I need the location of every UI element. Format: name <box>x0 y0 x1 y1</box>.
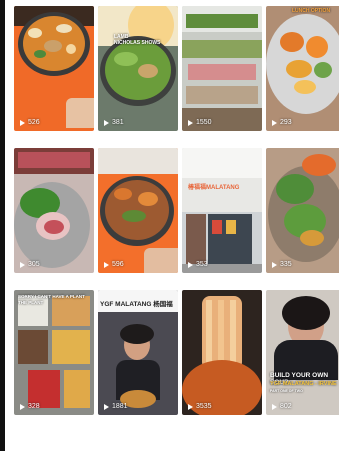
view-count: 353 <box>188 261 208 268</box>
video-tile-12[interactable]: BUILD YOUR OWN SOUP YGF MALATANG - IRVIN… <box>266 290 339 415</box>
video-tile-6[interactable]: 596 <box>98 148 178 273</box>
store-sign: YGF MALATANG 杨国福 <box>100 301 173 308</box>
video-tile-7[interactable]: 椿福福MALATANG 353 <box>182 148 262 273</box>
video-tag: PART ONE OF TWO <box>270 389 303 393</box>
video-tile-9[interactable]: SORRY I CAN'T HAVE A PLANT THE PLANT 328 <box>14 290 94 415</box>
video-tile-11[interactable]: 3535 <box>182 290 262 415</box>
video-tile-1[interactable]: 526 <box>14 6 94 131</box>
play-icon <box>20 261 25 268</box>
view-count: 1881 <box>104 403 128 410</box>
store-sign: 椿福福MALATANG <box>188 185 240 191</box>
play-icon <box>188 119 193 126</box>
view-count: 335 <box>272 261 292 268</box>
view-count: 293 <box>272 119 292 126</box>
view-count: 1550 <box>188 119 212 126</box>
video-tile-2[interactable]: LAMB NICHOLAS SHOWS 381 <box>98 6 178 131</box>
video-caption: SORRY I CAN'T HAVE A PLANT THE PLANT <box>18 294 85 305</box>
play-icon <box>104 403 109 410</box>
view-count: 526 <box>20 119 40 126</box>
play-icon <box>104 261 109 268</box>
video-tile-3[interactable]: 1550 <box>182 6 262 131</box>
video-grid: 526 LAMB NICHOLAS SHOWS 381 1550 LUNCH O… <box>14 6 339 446</box>
video-tile-10[interactable]: YGF MALATANG 杨国福 1881 <box>98 290 178 415</box>
play-icon <box>20 119 25 126</box>
video-caption: LUNCH OPTION <box>292 8 331 14</box>
video-subcaption: YGF MALATANG - IRVINE <box>270 381 337 387</box>
play-icon <box>272 261 277 268</box>
view-count: 305 <box>20 261 40 268</box>
view-count: 596 <box>104 261 124 268</box>
left-edge-strip <box>0 0 5 451</box>
view-count: 3535 <box>188 403 212 410</box>
video-tile-8[interactable]: 335 <box>266 148 339 273</box>
play-icon <box>188 261 193 268</box>
play-icon <box>272 403 277 410</box>
view-count: 328 <box>20 403 40 410</box>
video-tile-4[interactable]: LUNCH OPTION 293 <box>266 6 339 131</box>
view-count: 802 <box>272 403 292 410</box>
play-icon <box>272 119 277 126</box>
play-icon <box>188 403 193 410</box>
play-icon <box>20 403 25 410</box>
play-icon <box>104 119 109 126</box>
view-count: 381 <box>104 119 124 126</box>
video-caption: LAMB NICHOLAS SHOWS <box>114 34 161 46</box>
video-tile-5[interactable]: 305 <box>14 148 94 273</box>
